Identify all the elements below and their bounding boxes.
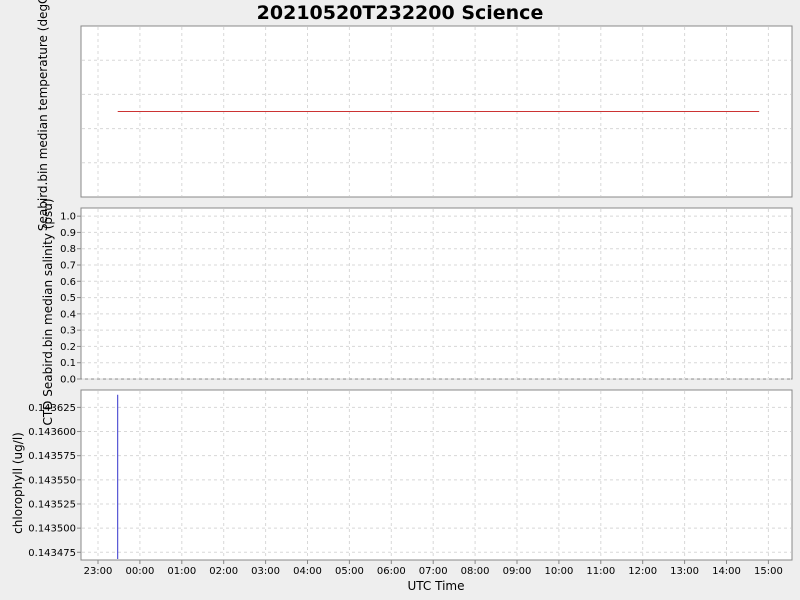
y-tick-label: 0.5 <box>60 293 76 304</box>
chlorophyll-axis-label: chlorophyll (ug/l) <box>11 432 25 534</box>
x-tick-label: 01:00 <box>167 566 196 577</box>
y-tick-label: 0.143500 <box>28 524 76 535</box>
chlorophyll-plot-area <box>80 389 793 561</box>
y-tick-label: 0.143575 <box>28 451 76 462</box>
x-tick-label: 07:00 <box>419 566 448 577</box>
y-tick-label: 0.143600 <box>28 427 76 438</box>
x-tick-label: 14:00 <box>712 566 741 577</box>
y-tick-label: 0.4 <box>60 309 76 320</box>
x-tick-label: 10:00 <box>544 566 573 577</box>
y-tick-label: 0.9 <box>60 228 76 239</box>
temperature-panel: Seabird.bin median temperature (degC) <box>36 0 793 231</box>
y-tick-label: 0.6 <box>60 277 76 288</box>
x-tick-label: 05:00 <box>335 566 364 577</box>
x-tick-label: 09:00 <box>503 566 532 577</box>
x-tick-label: 04:00 <box>293 566 322 577</box>
y-tick-label: 0.143550 <box>28 475 76 486</box>
x-tick-label: 13:00 <box>670 566 699 577</box>
y-tick-label: 0.143625 <box>28 403 76 414</box>
chlorophyll-panel: 0.143475 0.143500 0.143525 0.143550 0.143575… <box>11 389 793 561</box>
temperature-axis-label: Seabird.bin median temperature (degC) <box>36 0 50 231</box>
x-axis-label: UTC Time <box>408 579 465 593</box>
x-tick-label: 02:00 <box>209 566 238 577</box>
salinity-axis-label: CTD Seabird.bin median salinity (psu) <box>41 198 55 425</box>
x-tick-label: 11:00 <box>586 566 615 577</box>
y-tick-label: 0.2 <box>60 342 76 353</box>
x-tick-label: 12:00 <box>628 566 657 577</box>
y-tick-label: 0.8 <box>60 244 76 255</box>
y-tick-label: 0.7 <box>60 261 76 272</box>
y-tick-label: 0.3 <box>60 326 76 337</box>
chart-title: 20210520T232200 Science <box>257 2 544 24</box>
x-tick-label: 15:00 <box>754 566 783 577</box>
x-tick-label: 08:00 <box>461 566 490 577</box>
y-tick-label: 0.0 <box>60 375 76 386</box>
salinity-plot-area <box>80 207 793 380</box>
x-tick-label: 23:00 <box>84 566 113 577</box>
x-tick-label: 06:00 <box>377 566 406 577</box>
y-tick-label: 1.0 <box>60 212 76 223</box>
y-tick-label: 0.1 <box>60 358 76 369</box>
y-tick-label: 0.143525 <box>28 499 76 510</box>
x-tick-label: 00:00 <box>125 566 154 577</box>
y-tick-label: 0.143475 <box>28 548 76 559</box>
chart: 20210520T232200 Science Seabird.bin medi… <box>11 0 793 593</box>
x-tick-label: 03:00 <box>251 566 280 577</box>
